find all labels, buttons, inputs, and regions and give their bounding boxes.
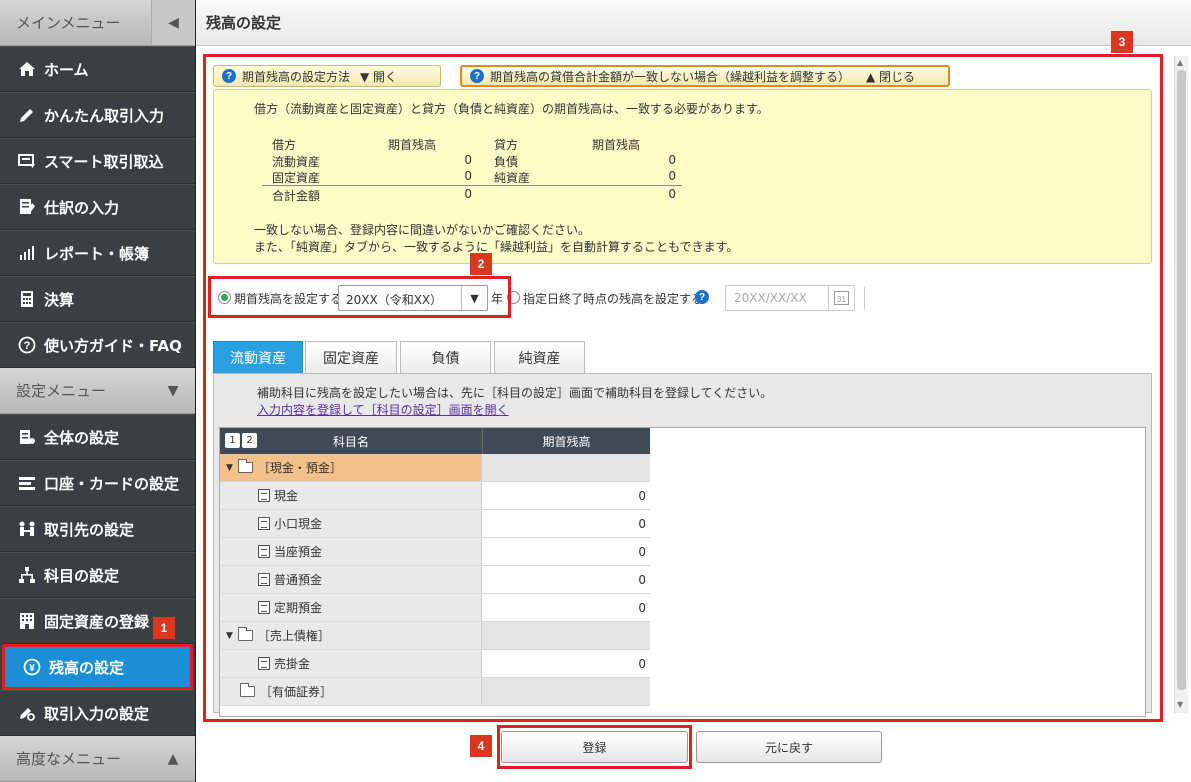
settings-menu-label: 設定メニュー	[16, 382, 107, 400]
settings-list-icon	[16, 426, 38, 448]
collapse-sidebar-icon[interactable]: ◀	[151, 0, 195, 45]
step-badge: 2	[470, 253, 492, 275]
calculator-icon	[16, 288, 38, 310]
sidebar-item-accounts[interactable]: 科目の設定	[0, 552, 195, 598]
sidebar-item-label: かんたん取引入力	[44, 106, 165, 125]
sidebar-item-label: 仕訳の入力	[44, 198, 120, 217]
sidebar-item-smart-import[interactable]: スマート取引取込	[0, 138, 195, 184]
home-icon	[16, 58, 38, 80]
sidebar-item-label: 使い方ガイド・FAQ	[44, 336, 182, 355]
scrollbar-thumb[interactable]	[1177, 70, 1186, 690]
sidebar: メインメニュー ◀ ホーム かんたん取引入力 スマート取引取込 仕訳の入力 レポ…	[0, 0, 196, 782]
sidebar-item-reports[interactable]: レポート・帳簿	[0, 230, 195, 276]
import-icon	[16, 150, 38, 172]
step-badge: 1	[153, 617, 175, 639]
sidebar-item-journal[interactable]: 仕訳の入力	[0, 184, 195, 230]
sidebar-item-label: 口座・カードの設定	[44, 474, 180, 493]
sidebar-item-label: 取引入力の設定	[44, 704, 150, 723]
main-menu-label: メインメニュー	[16, 14, 121, 32]
sidebar-item-label: 全体の設定	[44, 428, 120, 447]
page-title: 残高の設定	[206, 14, 282, 32]
register-button[interactable]: 登録	[501, 731, 688, 763]
journal-icon	[16, 196, 38, 218]
partner-icon	[16, 518, 38, 540]
sidebar-item-home[interactable]: ホーム	[0, 46, 195, 92]
tree-icon	[16, 564, 38, 586]
sidebar-item-entry-settings[interactable]: 取引入力の設定	[0, 690, 195, 736]
account-card-icon	[16, 472, 38, 494]
sidebar-item-label: ホーム	[44, 60, 89, 79]
sidebar-item-guide-faq[interactable]: ? 使い方ガイド・FAQ	[0, 322, 195, 368]
building-icon	[16, 610, 38, 632]
settings-menu-header[interactable]: 設定メニュー ▼	[0, 368, 195, 414]
highlight-content-area	[203, 54, 1163, 722]
sidebar-item-easy-entry[interactable]: かんたん取引入力	[0, 92, 195, 138]
main-menu-header[interactable]: メインメニュー ◀	[0, 0, 195, 46]
help-icon: ?	[16, 334, 38, 356]
sidebar-item-label: 取引先の設定	[44, 520, 135, 539]
sidebar-item-closing[interactable]: 決算	[0, 276, 195, 322]
step-badge: 3	[1111, 31, 1133, 53]
scroll-up-icon[interactable]: ▲	[1177, 58, 1183, 67]
highlight-period-row	[208, 276, 511, 318]
page-header: 残高の設定	[196, 0, 1191, 46]
sidebar-item-label: レポート・帳簿	[44, 244, 150, 263]
sidebar-item-label: スマート取引取込	[44, 152, 164, 171]
vertical-scrollbar[interactable]: ▲ ▼	[1174, 56, 1188, 713]
sidebar-item-label: 残高の設定	[49, 658, 125, 677]
chevron-down-icon[interactable]: ▼	[151, 368, 195, 413]
sidebar-item-general-settings[interactable]: 全体の設定	[0, 414, 195, 460]
sidebar-item-label: 固定資産の登録	[44, 612, 150, 631]
scroll-down-icon[interactable]: ▼	[1177, 700, 1183, 709]
step-badge: 4	[470, 735, 492, 757]
sidebar-item-label: 決算	[44, 290, 75, 309]
advanced-menu-label: 高度なメニュー	[16, 750, 122, 768]
sidebar-item-account-card[interactable]: 口座・カードの設定	[0, 460, 195, 506]
pencil-icon	[16, 104, 38, 126]
advanced-menu-header[interactable]: 高度なメニュー ▲	[0, 736, 195, 782]
revert-button[interactable]: 元に戻す	[696, 731, 882, 763]
sidebar-item-partners[interactable]: 取引先の設定	[0, 506, 195, 552]
input-settings-icon	[16, 702, 38, 724]
revert-button-label: 元に戻す	[764, 740, 813, 755]
sidebar-item-balance-settings[interactable]: ¥ 残高の設定	[2, 644, 193, 690]
sidebar-item-label: 科目の設定	[44, 566, 120, 585]
svg-text:?: ?	[24, 340, 31, 352]
report-icon	[16, 242, 38, 264]
svg-text:¥: ¥	[29, 663, 35, 674]
register-button-label: 登録	[582, 740, 607, 755]
chevron-up-icon[interactable]: ▲	[151, 736, 195, 781]
yen-icon: ¥	[21, 656, 43, 678]
